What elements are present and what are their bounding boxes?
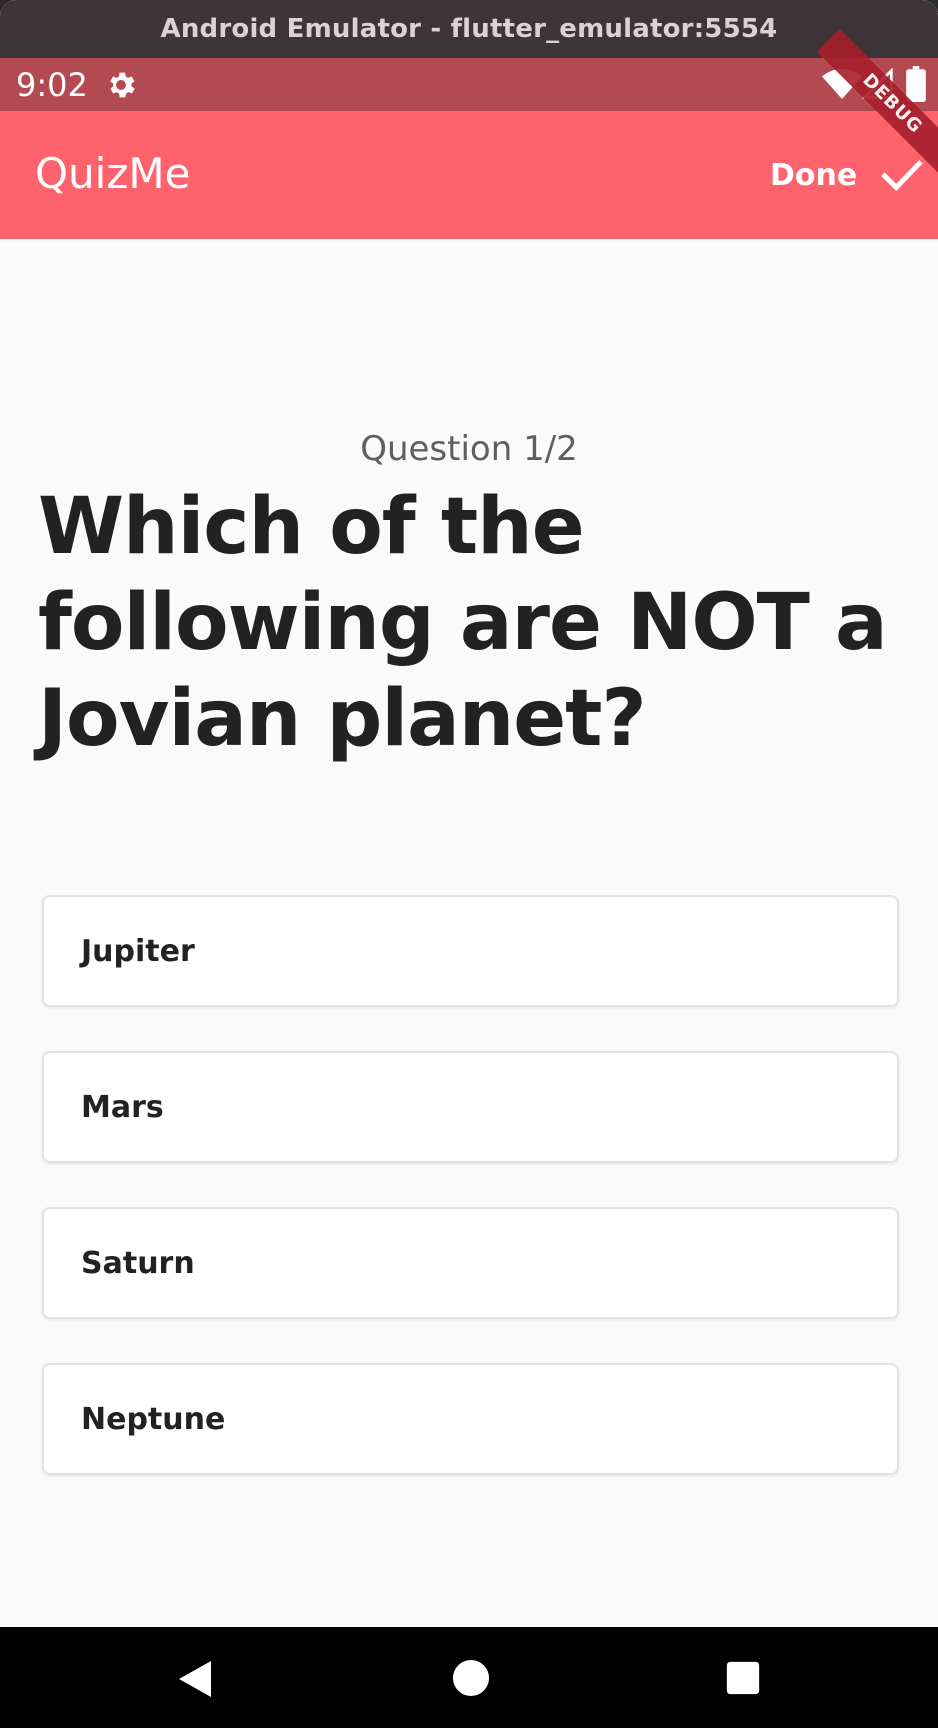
check-icon: [881, 159, 923, 192]
answer-label: Jupiter: [81, 933, 195, 969]
question-text: Which of the following are NOT a Jovian …: [38, 482, 888, 764]
window-title: Android Emulator - flutter_emulator:5554: [160, 14, 778, 44]
navigation-bar: [0, 1627, 938, 1728]
app-bar: QuizMe Done: [0, 111, 938, 239]
done-button[interactable]: Done: [770, 143, 930, 207]
back-icon[interactable]: [175, 1659, 215, 1699]
app-title: QuizMe: [35, 149, 191, 198]
window-titlebar: Android Emulator - flutter_emulator:5554: [0, 0, 938, 58]
answer-label: Mars: [81, 1089, 164, 1125]
status-bar: 9:02: [0, 58, 938, 111]
done-label: Done: [770, 157, 858, 193]
answer-option-saturn[interactable]: Saturn: [42, 1207, 899, 1319]
battery-icon: [906, 66, 926, 102]
status-time: 9:02: [16, 66, 88, 104]
question-counter: Question 1/2: [360, 429, 578, 469]
recents-icon[interactable]: [726, 1661, 760, 1695]
home-icon[interactable]: [452, 1659, 490, 1697]
answer-option-mars[interactable]: Mars: [42, 1051, 899, 1163]
emulator-frame: Android Emulator - flutter_emulator:5554…: [0, 0, 938, 1728]
quiz-content: Question 1/2 Which of the following are …: [0, 239, 938, 1627]
answer-option-jupiter[interactable]: Jupiter: [42, 895, 899, 1007]
answer-label: Saturn: [81, 1245, 195, 1281]
answer-label: Neptune: [81, 1401, 226, 1437]
settings-gear-icon: [110, 72, 135, 98]
answer-option-neptune[interactable]: Neptune: [42, 1363, 899, 1475]
